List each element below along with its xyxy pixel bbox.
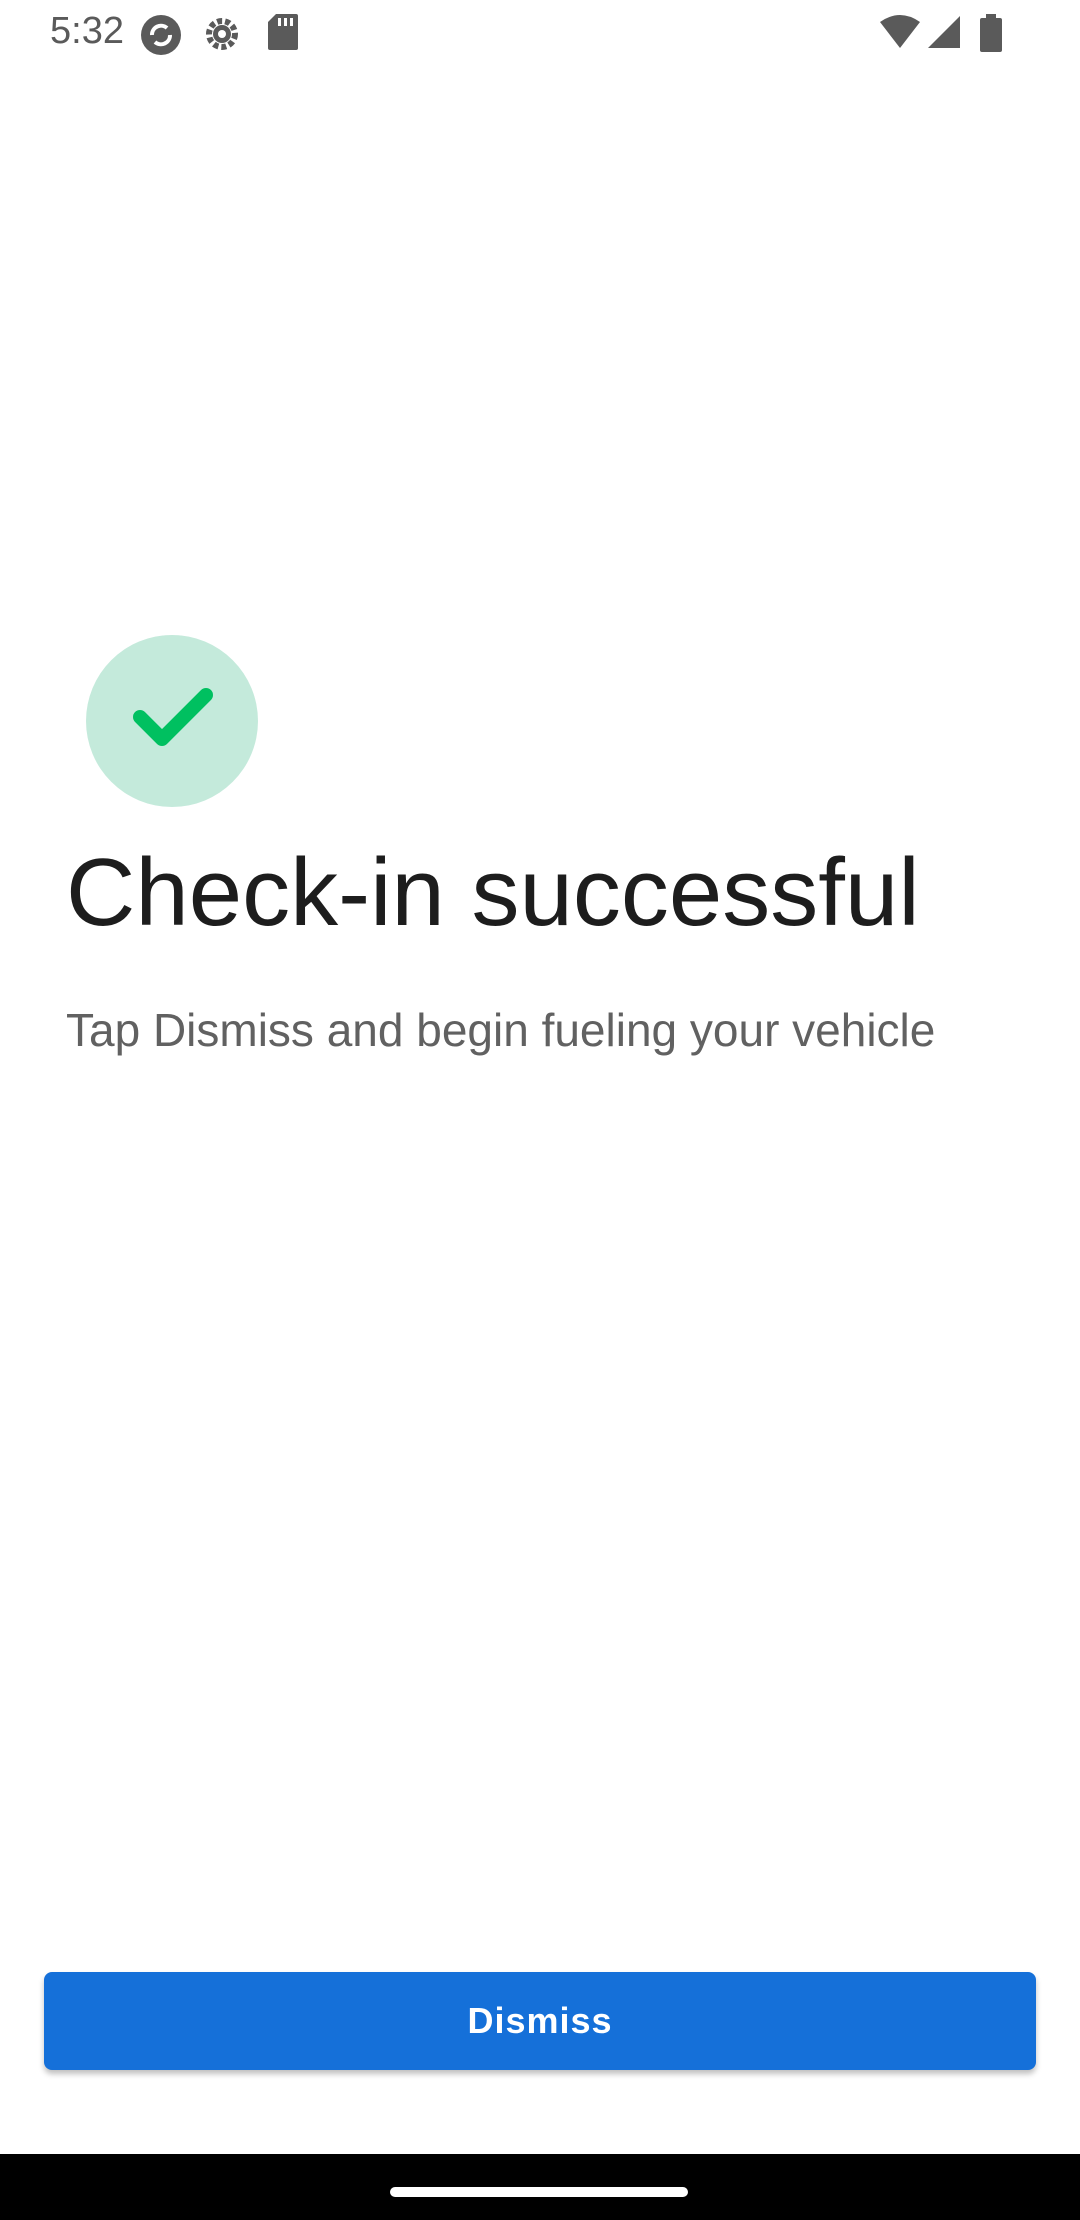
- instruction-text: Tap Dismiss and begin fueling your vehic…: [66, 1004, 936, 1056]
- page-title: Check-in successful: [66, 839, 920, 946]
- settings-icon: [200, 12, 244, 56]
- wifi-icon: [878, 14, 922, 50]
- system-navigation-bar: [0, 2154, 1080, 2220]
- success-badge: [86, 635, 258, 807]
- sync-icon: [138, 12, 184, 58]
- battery-icon: [978, 14, 1004, 52]
- cellular-signal-icon: [926, 14, 962, 50]
- status-time: 5:32: [50, 10, 124, 52]
- check-in-success-screen: 5:32 Check-in successful Tap Dismiss and…: [0, 0, 1080, 2220]
- status-bar: 5:32: [0, 0, 1080, 66]
- sd-card-icon: [266, 12, 300, 52]
- dismiss-button-label: Dismiss: [467, 2000, 613, 2041]
- home-gesture-handle[interactable]: [390, 2187, 688, 2197]
- dismiss-button[interactable]: Dismiss: [44, 1972, 1036, 2070]
- checkmark-icon: [133, 688, 213, 746]
